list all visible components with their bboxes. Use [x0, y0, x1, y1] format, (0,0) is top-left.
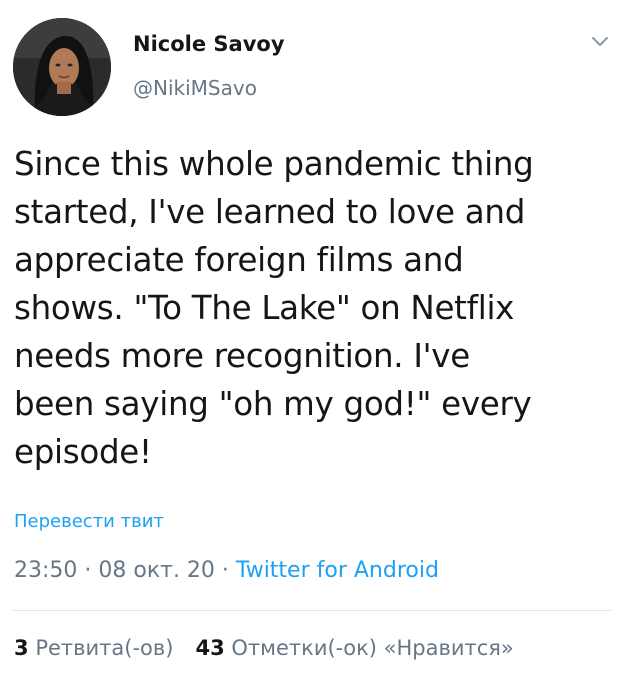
meta-separator: · [77, 558, 99, 583]
retweets-stat[interactable]: 3 Ретвита(-ов) [14, 636, 173, 660]
divider [12, 610, 612, 611]
tweet-date[interactable]: 08 окт. 20 [98, 558, 215, 583]
tweet-meta: 23:50 · 08 окт. 20 · Twitter for Android [14, 558, 439, 583]
translate-tweet-link[interactable]: Перевести твит [14, 511, 164, 532]
author-handle[interactable]: @NikiMSavo [133, 76, 257, 100]
tweet-stats: 3 Ретвита(-ов) 43 Отметки(-ок) «Нравится» [14, 636, 514, 660]
meta-separator: · [214, 558, 236, 583]
likes-count: 43 [195, 636, 225, 660]
author-display-name[interactable]: Nicole Savoy [133, 32, 285, 56]
tweet-time: 23:50 [14, 558, 78, 583]
retweets-label: Ретвита(-ов) [35, 636, 174, 660]
chevron-down-icon[interactable] [590, 34, 610, 48]
retweets-count: 3 [14, 636, 29, 660]
profile-photo-icon [13, 18, 111, 116]
avatar[interactable] [13, 18, 111, 116]
tweet-source-link[interactable]: Twitter for Android [236, 558, 439, 583]
likes-label: Отметки(-ок) «Нравится» [231, 636, 514, 660]
tweet-text: Since this whole pandemic thing started,… [14, 145, 534, 471]
tweet-card: Nicole Savoy @NikiMSavo Since this whole… [0, 0, 617, 681]
likes-stat[interactable]: 43 Отметки(-ок) «Нравится» [195, 636, 513, 660]
